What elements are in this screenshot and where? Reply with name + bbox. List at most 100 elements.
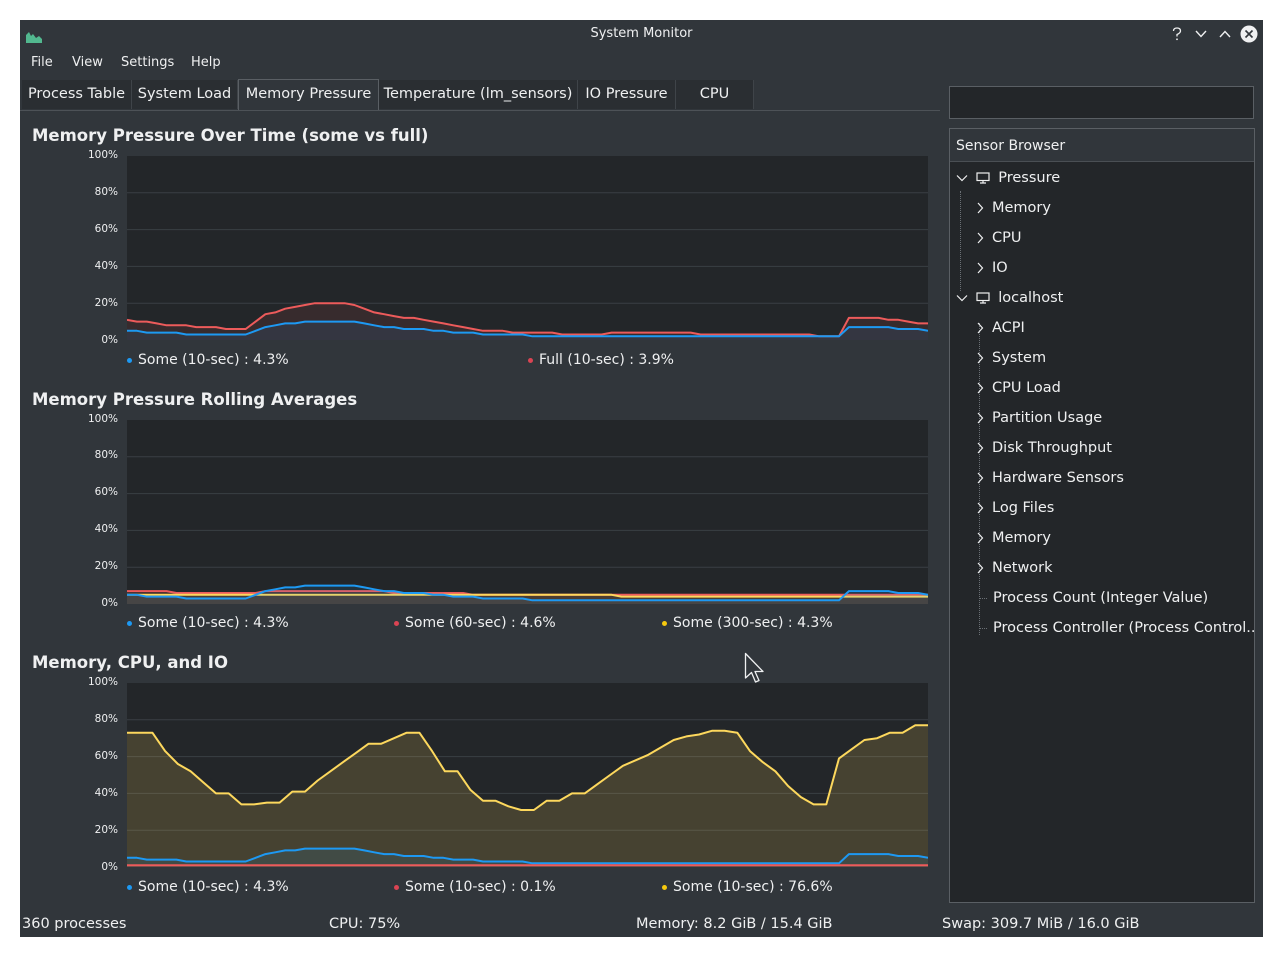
y-tick-label: 0%: [101, 597, 118, 609]
tree-item-process-controller[interactable]: Process Controller (Process Control...: [979, 613, 1254, 643]
sensor-browser-title: Sensor Browser: [956, 138, 1066, 154]
tree-label: Process Count (Integer Value): [993, 590, 1209, 606]
tree-item-network[interactable]: Network: [976, 553, 1053, 583]
chevron-down-icon: [956, 295, 968, 302]
menu-view[interactable]: View: [72, 55, 103, 70]
legend-label: Some (10-sec) : 4.3%: [138, 879, 289, 895]
legend-item: Some (300-sec) : 4.3%: [662, 615, 833, 631]
y-tick-label: 100%: [87, 149, 118, 161]
y-tick-label: 20%: [94, 297, 118, 309]
mouse-cursor-icon: [744, 652, 764, 683]
chevron-right-icon: [977, 502, 984, 514]
tree-item-partition-usage[interactable]: Partition Usage: [976, 403, 1102, 433]
title-bar[interactable]: System Monitor: [20, 20, 1263, 49]
chevron-right-icon: [977, 442, 984, 454]
chart-plot-1: [126, 156, 929, 340]
minimize-icon[interactable]: [1191, 24, 1211, 44]
legend-label: Some (60-sec) : 4.6%: [405, 615, 556, 631]
legend-swatch: [394, 884, 399, 890]
tab-bar: Process Table System Load Memory Pressur…: [20, 79, 940, 111]
menu-settings[interactable]: Settings: [121, 55, 174, 70]
chevron-right-icon: [977, 262, 984, 274]
chevron-right-icon: [977, 412, 984, 424]
tree-item-memory[interactable]: Memory: [976, 523, 1051, 553]
chevron-right-icon: [977, 352, 984, 364]
tree-item-acpi[interactable]: ACPI: [976, 313, 1025, 343]
window-title: System Monitor: [590, 26, 693, 41]
legend-swatch: [394, 620, 399, 626]
status-bar: 360 processes CPU: 75% Memory: 8.2 GiB /…: [20, 913, 1263, 937]
legend-label: Some (300-sec) : 4.3%: [673, 615, 833, 631]
legend-swatch: [662, 884, 667, 890]
tab-io-pressure[interactable]: IO Pressure: [578, 80, 676, 109]
legend-label: Some (10-sec) : 76.6%: [673, 879, 833, 895]
tree-item-log-files[interactable]: Log Files: [976, 493, 1054, 523]
tree-group-pressure[interactable]: Pressure: [956, 163, 1060, 193]
tree-label: CPU: [992, 230, 1022, 246]
legend-label: Some (10-sec) : 4.3%: [138, 352, 289, 368]
tab-cpu[interactable]: CPU: [676, 80, 754, 109]
tree-item-disk-throughput[interactable]: Disk Throughput: [976, 433, 1112, 463]
tree-item-process-count[interactable]: Process Count (Integer Value): [979, 583, 1208, 613]
chevron-right-icon: [977, 232, 984, 244]
tree-branch: [979, 627, 987, 629]
tree-label: Disk Throughput: [992, 440, 1112, 456]
chevron-right-icon: [977, 472, 984, 484]
tree-label: Memory: [992, 530, 1051, 546]
legend-item: Some (10-sec) : 4.3%: [127, 352, 289, 368]
tree-item-hardware-sensors[interactable]: Hardware Sensors: [976, 463, 1124, 493]
chevron-right-icon: [977, 562, 984, 574]
tree-label: ACPI: [992, 320, 1025, 336]
tree-label: Network: [992, 560, 1053, 576]
chart-plot-2: [127, 420, 929, 604]
tree-label: Hardware Sensors: [992, 470, 1124, 486]
chart-title-memory-pressure-over-time: Memory Pressure Over Time (some vs full): [32, 126, 429, 145]
tree-group-localhost[interactable]: localhost: [956, 283, 1063, 313]
y-tick-label: 80%: [94, 713, 118, 725]
tab-system-load[interactable]: System Load: [132, 80, 238, 109]
help-icon[interactable]: [1167, 24, 1187, 44]
tab-process-table[interactable]: Process Table: [22, 80, 132, 109]
tab-memory-pressure[interactable]: Memory Pressure: [238, 79, 379, 110]
legend-item: Full (10-sec) : 3.9%: [528, 352, 674, 368]
legend-label: Some (10-sec) : 0.1%: [405, 879, 556, 895]
menu-help[interactable]: Help: [191, 55, 221, 70]
legend-swatch: [127, 884, 132, 890]
series-line-0: [127, 724, 928, 811]
legend-label: Full (10-sec) : 3.9%: [539, 352, 674, 368]
status-cpu: CPU: 75%: [329, 916, 401, 932]
chevron-right-icon: [977, 202, 984, 214]
y-tick-label: 40%: [94, 523, 118, 535]
tree-item-cpu-load[interactable]: CPU Load: [976, 373, 1061, 403]
menu-file[interactable]: File: [31, 55, 53, 70]
y-tick-label: 20%: [94, 824, 118, 836]
tree-label: System: [992, 350, 1047, 366]
legend-swatch: [127, 620, 132, 626]
y-tick-label: 20%: [94, 560, 118, 572]
chevron-right-icon: [977, 382, 984, 394]
maximize-icon[interactable]: [1215, 24, 1235, 44]
tab-temperature[interactable]: Temperature (lm_sensors): [379, 80, 578, 109]
sensor-search-input[interactable]: [949, 86, 1254, 119]
tree-label: Log Files: [992, 500, 1055, 516]
legend-item: Some (10-sec) : 4.3%: [127, 879, 289, 895]
tree-item-pressure-io[interactable]: IO: [976, 253, 1008, 283]
tree-item-system[interactable]: System: [976, 343, 1046, 373]
tree-label: localhost: [998, 290, 1064, 306]
close-icon[interactable]: [1239, 24, 1259, 44]
y-tick-label: 60%: [94, 486, 118, 498]
chevron-down-icon: [956, 175, 968, 182]
y-tick-label: 40%: [94, 260, 118, 272]
legend-item: Some (60-sec) : 4.6%: [394, 615, 556, 631]
chevron-right-icon: [977, 322, 984, 334]
chart-svg-2: [127, 456, 929, 604]
tree-guide-line: [960, 191, 961, 291]
y-tick-label: 60%: [94, 223, 118, 235]
y-tick-label: 100%: [87, 676, 118, 688]
tree-item-pressure-cpu[interactable]: CPU: [976, 223, 1021, 253]
computer-icon: [976, 172, 990, 184]
legend-swatch: [127, 357, 132, 363]
legend-swatch: [528, 357, 533, 363]
tree-label: CPU Load: [992, 380, 1061, 396]
tree-item-pressure-memory[interactable]: Memory: [976, 193, 1051, 223]
